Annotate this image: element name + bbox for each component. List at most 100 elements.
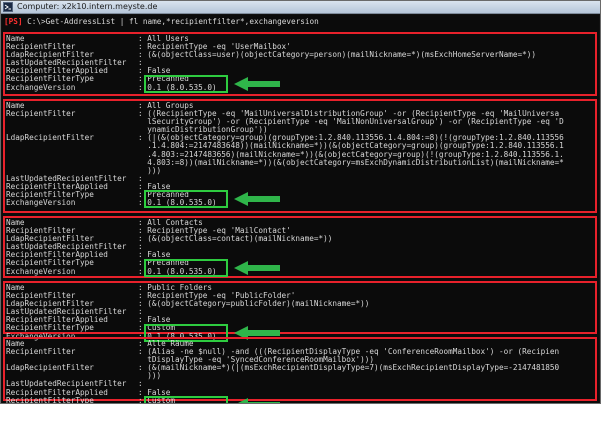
- property-value: 4.803:=8))(mailNickname=*))(&(objectCate…: [138, 158, 564, 167]
- property-row: LastUpdatedRecipientFilter:: [5, 380, 595, 388]
- console-icon: [3, 2, 13, 12]
- property-value: :: [138, 174, 143, 183]
- property-name: ExchangeVersion: [6, 83, 76, 92]
- property-value: : All Contacts: [138, 219, 203, 227]
- property-name: RecipientFilterApplied: [6, 388, 108, 397]
- property-row: RecipientFilter: ((RecipientType -eq 'Ma…: [5, 110, 595, 118]
- property-name: RecipientFilter: [6, 348, 76, 357]
- property-value: : RecipientType -eq 'UserMailbox': [138, 43, 291, 52]
- property-row: LastUpdatedRecipientFilter:: [5, 243, 595, 251]
- property-row: tDisplayType -eq 'SyncedConferenceRoomMa…: [5, 356, 595, 364]
- property-value: : (&(objectClass=contact)(mailNickname=*…: [138, 235, 333, 244]
- property-row: LdapRecipientFilter : (&(objectCategory=p…: [5, 300, 595, 308]
- powershell-window[interactable]: Computer: x2k10.intern.meyste.de [PS] C:…: [0, 0, 601, 404]
- address-list-block: Name : All Contacts RecipientFilter: Recip…: [3, 216, 597, 278]
- property-row: 4.803:=8))(mailNickname=*))(&(objectCate…: [5, 159, 595, 167]
- property-value: :: [138, 308, 143, 317]
- window-title: Computer: x2k10.intern.meyste.de: [17, 2, 158, 11]
- prompt-tag: [PS]: [4, 17, 23, 26]
- property-name: Name: [6, 284, 25, 292]
- property-value: : (&(objectCategory=publicFolder)(mailNi…: [138, 300, 370, 309]
- property-name: RecipientFilter: [6, 292, 76, 301]
- property-value: : (&(mailNickname=*)(|(msExchRecipientDi…: [138, 364, 560, 373]
- property-name: RecipientFilterType: [6, 259, 94, 268]
- property-value: .1.4.804:=2147483648))(mailNickname=*))(…: [138, 142, 564, 151]
- property-name: Name: [6, 35, 25, 43]
- property-value: ))): [138, 166, 162, 175]
- property-name: LdapRecipientFilter: [6, 364, 94, 373]
- property-value: :: [138, 243, 143, 252]
- property-name: RecipientFilter: [6, 227, 76, 236]
- arrow-left-icon: [234, 192, 280, 207]
- property-value: : Alle Räume: [138, 340, 194, 348]
- property-row: Name : All Users: [5, 35, 595, 43]
- property-row: ))): [5, 167, 595, 175]
- property-name: LastUpdatedRecipientFilter: [6, 174, 127, 183]
- property-value: : RecipientType -eq 'PublicFolder': [138, 292, 296, 301]
- property-row: ExchangeVersion: 0.1 (8.0.535.0): [5, 199, 595, 207]
- property-value: : All Users: [138, 35, 189, 43]
- property-name: Name: [6, 102, 25, 110]
- property-name: LdapRecipientFilter: [6, 51, 94, 60]
- property-name: LdapRecipientFilter: [6, 300, 94, 309]
- property-value: ))): [138, 372, 162, 381]
- highlight-box: [144, 258, 228, 277]
- property-value: : All Groups: [138, 102, 194, 110]
- property-name: RecipientFilterApplied: [6, 316, 108, 325]
- property-name: RecipientFilterApplied: [6, 251, 108, 260]
- property-row: RecipientFilterApplied: False: [5, 251, 595, 259]
- property-row: ))): [5, 372, 595, 380]
- highlight-box: [144, 395, 228, 403]
- property-row: Name : All Contacts: [5, 219, 595, 227]
- property-row: RecipientFilterType: Custom: [5, 397, 595, 403]
- property-value: : ((RecipientType -eq 'MailUniversalDist…: [138, 110, 560, 119]
- property-value: :: [138, 380, 143, 389]
- command-line[interactable]: [PS] C:\>Get-AddressList | fl name,*reci…: [4, 17, 319, 26]
- highlight-box: [144, 74, 228, 93]
- highlight-box: [144, 190, 228, 209]
- property-row: RecipientFilter : RecipientType -eq 'User…: [5, 43, 595, 51]
- property-name: LastUpdatedRecipientFilter: [6, 59, 127, 68]
- property-row: .4.803:=2147483656)(mailNickname=*))(&(o…: [5, 151, 595, 159]
- property-value: : Public Folders: [138, 284, 213, 292]
- property-row: LastUpdatedRecipientFilter:: [5, 59, 595, 67]
- property-name: LastUpdatedRecipientFilter: [6, 243, 127, 252]
- property-row: ExchangeVersion: 0.1 (8.0.535.0): [5, 84, 595, 92]
- property-name: Name: [6, 219, 25, 227]
- property-name: RecipientFilterApplied: [6, 67, 108, 76]
- arrow-left-icon: [234, 260, 280, 275]
- property-row: Name : All Groups: [5, 102, 595, 110]
- property-row: RecipientFilterApplied: False: [5, 316, 595, 324]
- property-row: RecipientFilterType: Precanned: [5, 259, 595, 267]
- property-row: RecipientFilterType: Precanned: [5, 75, 595, 83]
- property-name: ExchangeVersion: [6, 267, 76, 276]
- property-name: RecipientFilterType: [6, 324, 94, 333]
- address-list-block: Name : Alle Räume RecipientFilter: (Alias …: [3, 337, 597, 403]
- property-row: RecipientFilter : RecipientType -eq 'Publ…: [5, 292, 595, 300]
- property-name: RecipientFilter: [6, 43, 76, 52]
- property-name: RecipientFilterType: [6, 75, 94, 84]
- property-row: RecipientFilter: (Alias -ne $null) -and …: [5, 348, 595, 356]
- property-name: ExchangeVersion: [6, 199, 76, 208]
- property-name: LastUpdatedRecipientFilter: [6, 380, 127, 389]
- property-row: lSecurityGroup') -or (RecipientType -eq …: [5, 118, 595, 126]
- property-row: Name : Alle Räume: [5, 340, 595, 348]
- console-output[interactable]: [PS] C:\>Get-AddressList | fl name,*reci…: [2, 15, 599, 403]
- property-value: :: [138, 59, 143, 68]
- address-list-block: Name: All Users RecipientFilter: Recipien…: [3, 32, 597, 96]
- property-row: ynamicDistributionGroup')): [5, 126, 595, 134]
- property-row: Name : Public Folders: [5, 284, 595, 292]
- property-name: Name: [6, 340, 25, 348]
- title-bar[interactable]: Computer: x2k10.intern.meyste.de: [1, 1, 600, 14]
- property-value: : (&(objectClass=user)(objectCategory=pe…: [138, 51, 537, 60]
- property-value: .4.803:=2147483656)(mailNickname=*))(&(o…: [138, 150, 564, 159]
- property-row: LdapRecipientFilter: (&(objectClass=cont…: [5, 235, 595, 243]
- property-row: RecipientFilterApplied: False: [5, 183, 595, 191]
- property-row: .1.4.804:=2147483648))(mailNickname=*))(…: [5, 142, 595, 150]
- property-row: LastUpdatedRecipientFilter:: [5, 308, 595, 316]
- property-value: ynamicDistributionGroup')): [138, 126, 268, 135]
- arrow-left-icon: [237, 397, 280, 403]
- address-list-block: Name : All Groups RecipientFilter: ((Recip…: [3, 99, 597, 213]
- property-value: : (|(&(objectCategory=group)(groupType:1…: [138, 134, 564, 143]
- property-row: LdapRecipientFilter : (&(mailNickname=*)(…: [5, 364, 595, 372]
